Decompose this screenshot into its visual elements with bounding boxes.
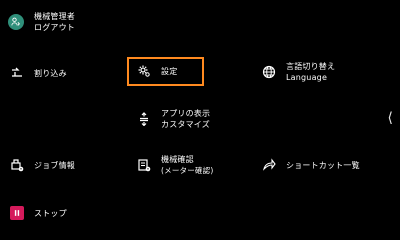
stop-icon	[10, 206, 24, 220]
language-switch-button[interactable]: 言語切り替え Language	[262, 61, 335, 83]
machine-check-label-1: 機械確認	[161, 155, 194, 164]
app-display-customize-button[interactable]: アプリの表示 カスタマイズ	[137, 108, 210, 130]
customize-icon	[137, 112, 151, 126]
job-info-icon	[10, 158, 24, 172]
machine-check-text: 機械確認 (メーター確認)	[161, 154, 213, 176]
shortcut-list-label: ショートカット一覧	[286, 160, 360, 170]
admin-logout-button[interactable]: 機械管理者 ログアウト	[8, 11, 75, 33]
shortcut-list-button[interactable]: ショートカット一覧	[262, 158, 360, 172]
machine-check-button[interactable]: 機械確認 (メーター確認)	[137, 154, 213, 176]
menu-screen: 機械管理者 ログアウト 割り込み 設定 言語切り替え Language アプリの…	[0, 0, 400, 240]
admin-avatar-icon	[8, 14, 24, 30]
admin-title: 機械管理者	[34, 12, 75, 21]
machine-check-label-2: (メーター確認)	[161, 166, 214, 175]
job-info-label: ジョブ情報	[34, 160, 75, 170]
globe-icon	[262, 65, 276, 79]
machine-check-icon	[137, 158, 151, 172]
language-switch-label: 言語切り替え	[286, 62, 336, 71]
job-info-button[interactable]: ジョブ情報	[10, 158, 75, 172]
settings-button[interactable]: 設定	[137, 64, 177, 78]
logout-label: ログアウト	[34, 23, 75, 32]
settings-icon	[137, 64, 151, 78]
settings-label: 設定	[161, 66, 178, 76]
language-en-label: Language	[286, 73, 328, 82]
customize-label-2: カスタマイズ	[161, 120, 210, 129]
language-text: 言語切り替え Language	[286, 61, 335, 83]
shortcut-icon	[262, 158, 276, 172]
interrupt-label: 割り込み	[34, 68, 67, 78]
interrupt-button[interactable]: 割り込み	[10, 66, 67, 80]
chevron-left-icon[interactable]: ⟨	[388, 110, 393, 126]
interrupt-icon	[10, 66, 24, 80]
customize-label-1: アプリの表示	[161, 109, 211, 118]
stop-button[interactable]: ストップ	[10, 206, 67, 220]
admin-text: 機械管理者 ログアウト	[34, 11, 75, 33]
stop-label: ストップ	[34, 208, 67, 218]
customize-text: アプリの表示 カスタマイズ	[161, 108, 210, 130]
